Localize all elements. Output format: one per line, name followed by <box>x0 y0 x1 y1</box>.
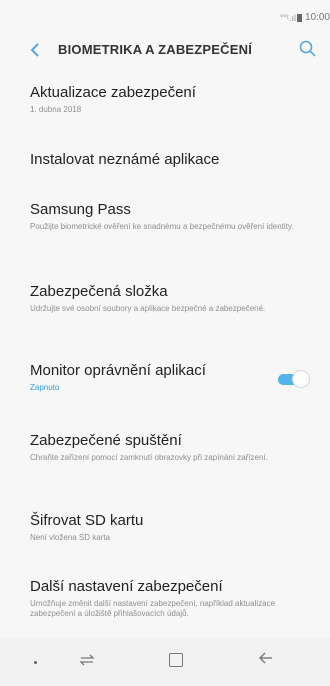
setting-title: Zabezpečené spuštění <box>30 432 182 449</box>
home-icon[interactable] <box>169 653 183 667</box>
setting-encrypt-sd[interactable]: Šifrovat SD kartu Není vložena SD karta <box>30 512 310 543</box>
setting-subtitle: Použijte biometrické ověření ke snadnému… <box>30 222 294 231</box>
setting-title: Další nastavení zabezpečení <box>30 578 223 595</box>
setting-subtitle: Udržujte své osobní soubory a aplikace b… <box>30 304 266 313</box>
battery-icon <box>297 14 302 22</box>
back-arrow-icon[interactable] <box>256 648 276 668</box>
setting-subtitle: Umožňuje změnit další nastavení zabezpeč… <box>30 599 276 618</box>
back-chevron-icon[interactable] <box>26 39 44 61</box>
dot-icon <box>34 661 37 664</box>
setting-other-security[interactable]: Další nastavení zabezpečení Umožňuje změ… <box>30 578 310 619</box>
setting-security-update[interactable]: Aktualizace zabezpečení 1. dubna 2018 <box>30 84 310 115</box>
setting-subtitle: Není vložena SD karta <box>30 533 111 542</box>
clock: 10:00 <box>304 12 330 23</box>
setting-title: Zabezpečená složka <box>30 283 168 300</box>
setting-subtitle: 1. dubna 2018 <box>30 105 82 114</box>
setting-samsung-pass[interactable]: Samsung Pass Použijte biometrické ověřen… <box>30 201 310 232</box>
setting-title: Aktualizace zabezpečení <box>30 84 196 101</box>
setting-permission-monitor[interactable]: Monitor oprávnění aplikací Zapnuto <box>30 362 260 392</box>
toggle-knob <box>292 370 310 388</box>
setting-subtitle: Chraňte zařízení pomocí zamknutí obrazov… <box>30 453 268 462</box>
setting-status: Zapnuto <box>30 383 60 392</box>
setting-title: Monitor oprávnění aplikací <box>30 362 206 379</box>
setting-secure-startup[interactable]: Zabezpečené spuštění Chraňte zařízení po… <box>30 432 310 463</box>
setting-title: Šifrovat SD kartu <box>30 512 144 529</box>
setting-title: Samsung Pass <box>30 201 131 218</box>
setting-install-unknown-apps[interactable]: Instalovat neznámé aplikace <box>30 151 310 168</box>
search-icon[interactable] <box>298 39 318 59</box>
setting-secure-folder[interactable]: Zabezpečená složka Udržujte své osobní s… <box>30 283 310 314</box>
signal-icon: °°ᵗ.ıl <box>279 13 296 23</box>
permission-monitor-toggle[interactable] <box>274 370 310 388</box>
recent-apps-icon[interactable] <box>78 651 96 669</box>
status-bar: °°ᵗ.ıl 10:00 <box>0 0 330 30</box>
page-title: BIOMETRIKA A ZABEZPEČENÍ <box>58 42 253 57</box>
setting-title: Instalovat neznámé aplikace <box>30 151 220 168</box>
app-bar: BIOMETRIKA A ZABEZPEČENÍ <box>0 34 330 66</box>
navigation-bar <box>0 638 330 686</box>
